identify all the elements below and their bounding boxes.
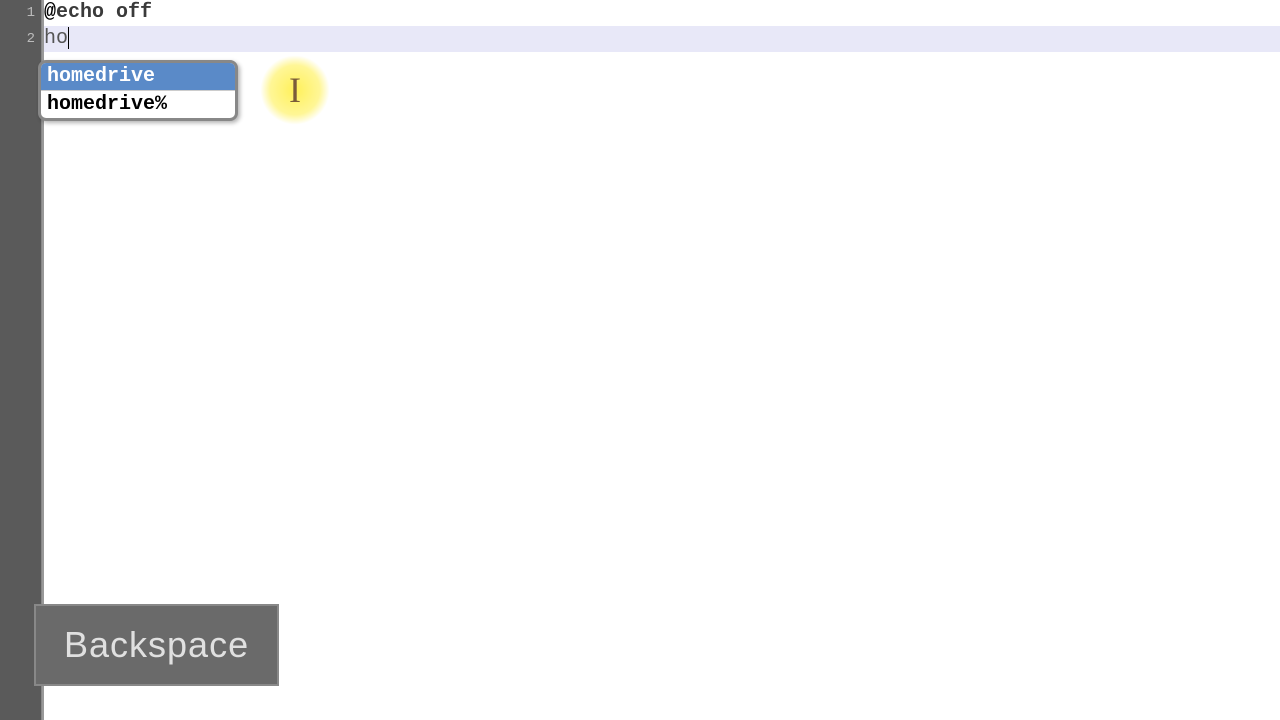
text-caret [68, 27, 69, 49]
code-line: @echo off [44, 0, 1280, 26]
line-number: 1 [0, 0, 41, 26]
key-press-indicator: Backspace [34, 604, 279, 686]
keyword: off [116, 1, 152, 24]
mouse-highlight: I [260, 55, 330, 125]
typed-text: ho [44, 27, 68, 50]
autocomplete-item[interactable]: homedrive% [41, 91, 235, 118]
line-number: 2 [0, 26, 41, 52]
ibeam-cursor-icon: I [289, 69, 301, 111]
key-label: Backspace [64, 624, 249, 665]
autocomplete-item[interactable]: homedrive [41, 63, 235, 91]
at-symbol: @ [44, 1, 56, 24]
keyword: echo [56, 1, 104, 24]
code-line-current: ho [44, 26, 1280, 52]
autocomplete-popup[interactable]: homedrive homedrive% [38, 60, 238, 121]
